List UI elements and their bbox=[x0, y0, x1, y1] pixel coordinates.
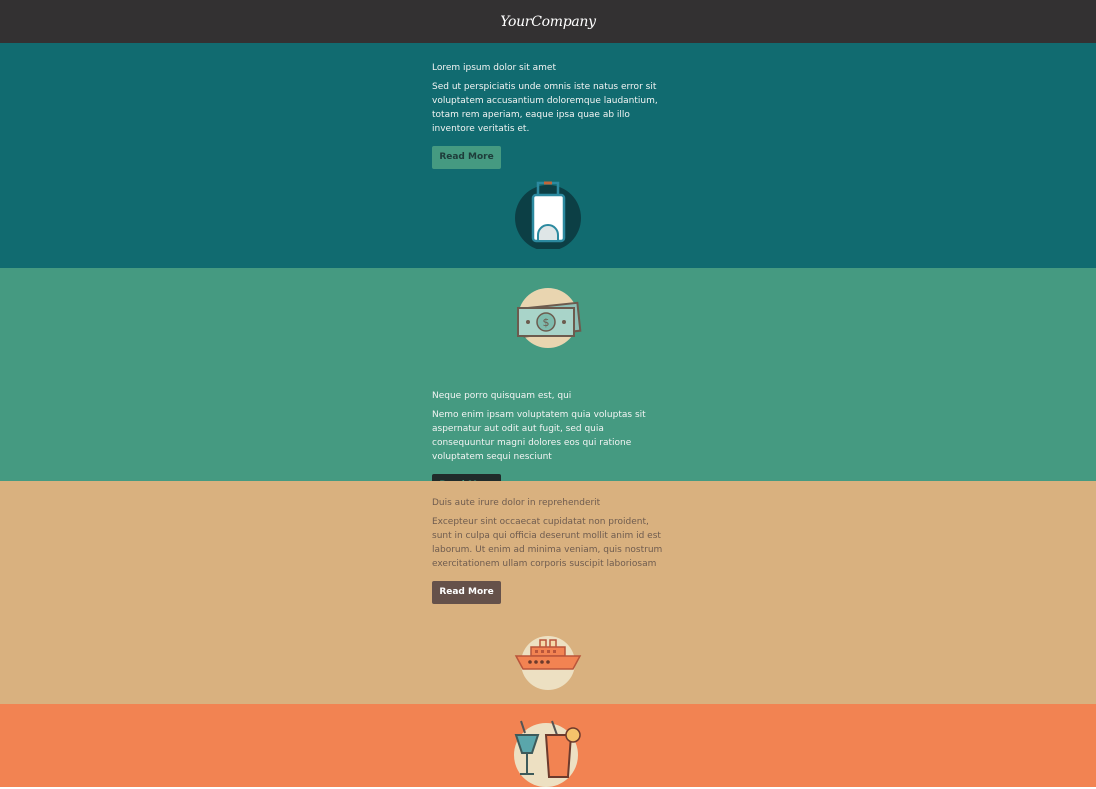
read-more-button[interactable]: Read More bbox=[432, 146, 501, 169]
section-title: Duis aute irure dolor in reprehenderit bbox=[432, 498, 601, 508]
section-content: Lorem ipsum dolor sit amet Sed ut perspi… bbox=[432, 62, 664, 169]
section-text: Excepteur sint occaecat cupidatat non pr… bbox=[432, 517, 663, 569]
section-title: Neque porro quisquam est, qui bbox=[432, 391, 572, 401]
read-more-button[interactable]: Read More bbox=[432, 581, 501, 604]
top-bar: YourCompany bbox=[0, 0, 1096, 43]
money-icon: $ bbox=[517, 288, 582, 348]
section-finance: $ Neque porro quisquam est, qui Nemo eni… bbox=[0, 268, 1096, 497]
section-content: Duis aute irure dolor in reprehenderit E… bbox=[432, 497, 664, 604]
section-travel: Lorem ipsum dolor sit amet Sed ut perspi… bbox=[0, 43, 1096, 268]
svg-text:$: $ bbox=[543, 316, 550, 329]
ship-icon bbox=[514, 636, 582, 690]
company-logo[interactable]: YourCompany bbox=[500, 14, 596, 30]
section-text: Sed ut perspiciatis unde omnis iste natu… bbox=[432, 82, 658, 134]
section-leisure bbox=[0, 704, 1096, 787]
section-cruise: Duis aute irure dolor in reprehenderit E… bbox=[0, 481, 1096, 704]
suitcase-icon bbox=[515, 181, 581, 249]
drinks-icon bbox=[514, 720, 581, 787]
section-text: Nemo enim ipsam voluptatem quia voluptas… bbox=[432, 410, 646, 462]
section-title: Lorem ipsum dolor sit amet bbox=[432, 63, 556, 73]
